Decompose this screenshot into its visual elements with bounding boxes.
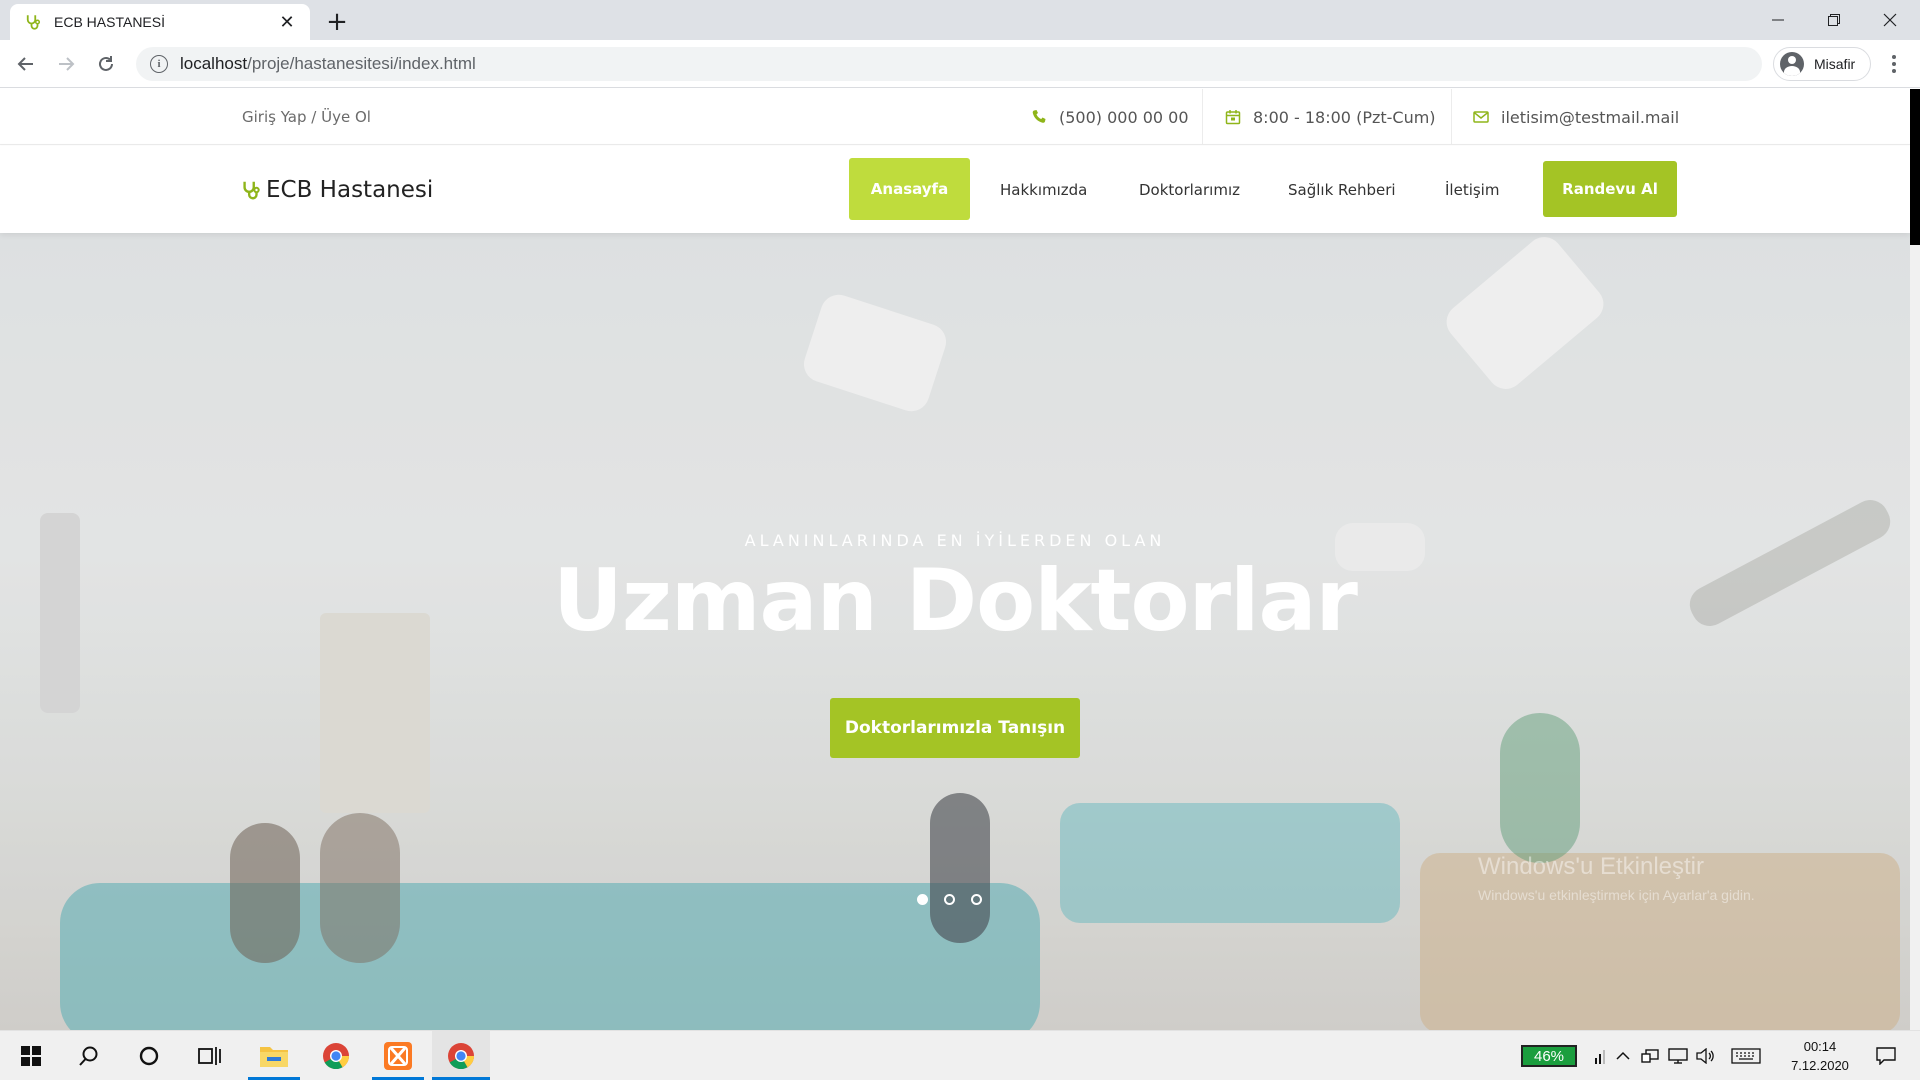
forward-button[interactable]: [50, 48, 82, 80]
folder-icon: [260, 1047, 288, 1067]
keyboard-icon[interactable]: [1728, 1031, 1764, 1080]
hours-text: 8:00 - 18:00 (Pzt-Cum): [1253, 107, 1436, 127]
phone-text: (500) 000 00 00: [1059, 107, 1189, 127]
hero-kicker: ALANINLARINDA EN İYİLERDEN OLAN: [744, 531, 1166, 550]
network-icon[interactable]: [1638, 1031, 1662, 1080]
calendar-icon: [1225, 110, 1241, 125]
chevron-up-icon[interactable]: [1612, 1031, 1634, 1080]
task-view-icon: [198, 1047, 221, 1065]
task-view-button[interactable]: [186, 1031, 232, 1080]
close-icon: [1883, 13, 1897, 27]
email-info: iletisim@testmail.mail: [1473, 89, 1679, 145]
tab-title: ECB HASTANESİ: [54, 14, 165, 30]
back-button[interactable]: [10, 48, 42, 80]
nav-item-iletisim[interactable]: İletişim: [1445, 146, 1499, 233]
browser-menu-button[interactable]: [1882, 52, 1906, 76]
meet-doctors-button[interactable]: Doktorlarımızla Tanışın: [830, 698, 1080, 758]
top-info-bar: Giriş Yap / Üye Ol (500) 000 00 00 8:00 …: [0, 89, 1910, 145]
avatar: [1780, 52, 1804, 76]
slider-dot[interactable]: [971, 894, 982, 905]
nav-item-hakkimizda[interactable]: Hakkımızda: [1000, 146, 1087, 233]
wifi-icon[interactable]: [1590, 1031, 1610, 1080]
url-text: localhost/proje/hastanesitesi/index.html: [180, 54, 476, 73]
browser-toolbar: i localhost/proje/hastanesitesi/index.ht…: [0, 40, 1920, 88]
watermark-title: Windows'u Etkinleştir: [1478, 853, 1704, 880]
divider: [1451, 89, 1452, 145]
cortana-button[interactable]: [126, 1031, 172, 1080]
hero-slider: ALANINLARINDA EN İYİLERDEN OLAN Uzman Do…: [0, 233, 1910, 1030]
taskbar-chrome-active[interactable]: [432, 1031, 490, 1080]
nav-item-anasayfa[interactable]: Anasayfa: [849, 158, 970, 220]
restore-button[interactable]: [1806, 0, 1862, 40]
reload-button[interactable]: [90, 48, 122, 80]
browser-tab-bar: ECB HASTANESİ ✕ +: [0, 0, 1920, 40]
appointment-button[interactable]: Randevu Al: [1543, 161, 1677, 217]
windows-taskbar: 46% 00:14 7.12.2020: [0, 1030, 1920, 1080]
address-bar[interactable]: i localhost/proje/hastanesitesi/index.ht…: [136, 47, 1762, 81]
stethoscope-icon: [243, 181, 260, 199]
clock-date: 7.12.2020: [1791, 1058, 1849, 1073]
start-button[interactable]: [8, 1031, 54, 1080]
battery-indicator[interactable]: 46%: [1521, 1045, 1577, 1067]
slider-dot[interactable]: [944, 894, 955, 905]
windows-icon: [21, 1046, 41, 1066]
profile-name: Misafir: [1814, 56, 1856, 72]
clock-time: 00:14: [1803, 1039, 1837, 1054]
minimize-icon: [1772, 19, 1784, 21]
phone-icon: [1032, 110, 1046, 123]
notification-center-button[interactable]: [1866, 1031, 1906, 1080]
slider-dot[interactable]: [917, 894, 928, 905]
close-tab-icon[interactable]: ✕: [276, 11, 298, 33]
slider-dots: [917, 894, 982, 905]
browser-tab[interactable]: ECB HASTANESİ ✕: [10, 4, 310, 40]
stethoscope-icon: [26, 15, 41, 30]
page-viewport: Giriş Yap / Üye Ol (500) 000 00 00 8:00 …: [0, 89, 1910, 1030]
display-icon[interactable]: [1666, 1031, 1690, 1080]
taskbar-chrome[interactable]: [310, 1031, 362, 1080]
minimize-button[interactable]: [1750, 0, 1806, 40]
volume-icon[interactable]: [1694, 1031, 1718, 1080]
chrome-icon: [448, 1043, 475, 1070]
scrollbar-thumb[interactable]: [1910, 89, 1920, 245]
search-button[interactable]: [66, 1031, 112, 1080]
arrow-right-icon: [59, 57, 75, 71]
main-navbar: ECB Hastanesi Anasayfa Hakkımızda Doktor…: [0, 146, 1910, 233]
brand-logo[interactable]: ECB Hastanesi: [240, 146, 433, 233]
notification-icon: [1876, 1047, 1896, 1065]
chrome-icon: [323, 1043, 350, 1070]
taskbar-file-explorer[interactable]: [248, 1031, 300, 1080]
reload-icon: [99, 56, 113, 71]
close-window-button[interactable]: [1862, 0, 1918, 40]
watermark-subtitle: Windows'u etkinleştirmek için Ayarlar'a …: [1478, 887, 1755, 903]
cortana-icon: [139, 1046, 159, 1066]
nav-item-doktorlarimiz[interactable]: Doktorlarımız: [1139, 146, 1240, 233]
activation-watermark: Windows'u Etkinleştir Windows'u etkinleş…: [1478, 853, 1755, 903]
xampp-icon: [384, 1042, 412, 1070]
hours-info: 8:00 - 18:00 (Pzt-Cum): [1225, 89, 1436, 145]
login-register-link[interactable]: Giriş Yap / Üye Ol: [242, 89, 371, 145]
system-clock[interactable]: 00:14 7.12.2020: [1780, 1037, 1860, 1075]
email-text[interactable]: iletisim@testmail.mail: [1501, 108, 1679, 127]
divider: [1202, 89, 1203, 145]
new-tab-button[interactable]: +: [322, 8, 352, 38]
envelope-icon: [1473, 111, 1489, 123]
phone-info: (500) 000 00 00: [1031, 89, 1189, 145]
info-icon[interactable]: i: [150, 55, 168, 73]
brand-name: ECB Hastanesi: [266, 176, 434, 203]
search-icon: [79, 1046, 98, 1066]
nav-item-saglik-rehberi[interactable]: Sağlık Rehberi: [1288, 146, 1396, 233]
hero-title: Uzman Doktorlar: [553, 551, 1358, 651]
arrow-left-icon: [17, 57, 33, 71]
restore-icon: [1828, 14, 1840, 26]
profile-button[interactable]: Misafir: [1773, 47, 1871, 81]
taskbar-xampp[interactable]: [372, 1031, 424, 1080]
